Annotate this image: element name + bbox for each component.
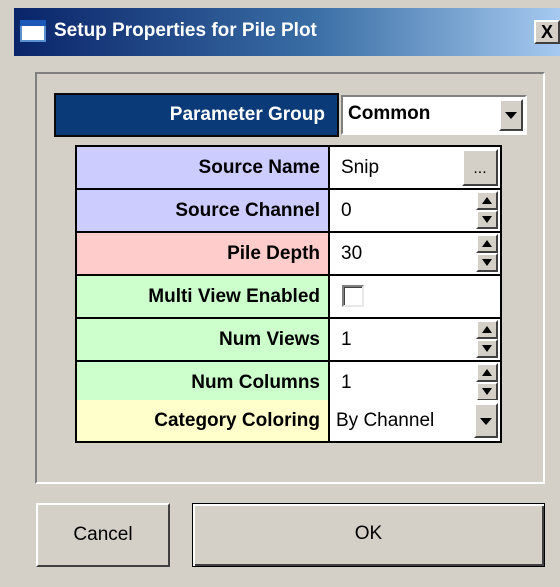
row-multi-view-enabled: Multi View Enabled: [77, 276, 500, 317]
pile-depth-field[interactable]: 30: [330, 233, 500, 274]
num-views-spinner[interactable]: [476, 320, 498, 358]
parameter-group-value: Common: [348, 103, 431, 124]
parameter-group-label: Parameter Group: [54, 93, 339, 137]
num-views-label: Num Views: [77, 319, 328, 360]
multi-view-enabled-checkbox[interactable]: [342, 285, 364, 307]
row-pile-depth: Pile Depth 30: [77, 233, 500, 274]
chevron-down-icon[interactable]: [474, 403, 498, 438]
spin-down-icon[interactable]: [476, 339, 498, 358]
close-button[interactable]: X: [534, 20, 560, 44]
num-views-field[interactable]: 1: [330, 319, 500, 360]
spin-up-icon[interactable]: [476, 363, 498, 382]
row-category-coloring: Category Coloring By Channel: [77, 400, 500, 441]
pile-depth-label: Pile Depth: [77, 233, 328, 274]
spin-up-icon[interactable]: [476, 320, 498, 339]
dialog-window: Setup Properties for Pile Plot X Paramet…: [0, 0, 560, 587]
spin-down-icon[interactable]: [476, 382, 498, 401]
source-channel-spinner[interactable]: [476, 191, 498, 229]
spin-up-icon[interactable]: [476, 234, 498, 253]
chevron-down-icon[interactable]: [499, 99, 523, 131]
num-columns-label: Num Columns: [77, 362, 328, 403]
row-num-views: Num Views 1: [77, 319, 500, 360]
row-source-name: Source Name Snip ...: [77, 147, 500, 188]
num-views-value: 1: [341, 329, 352, 350]
window-title: Setup Properties for Pile Plot: [54, 20, 317, 41]
ok-button[interactable]: OK: [192, 503, 545, 567]
window-icon: [20, 20, 46, 42]
spin-up-icon[interactable]: [476, 191, 498, 210]
pile-depth-spinner[interactable]: [476, 234, 498, 272]
source-channel-label: Source Channel: [77, 190, 328, 231]
source-name-value: Snip: [341, 157, 380, 178]
browse-button[interactable]: ...: [462, 149, 498, 186]
num-columns-field[interactable]: 1: [330, 362, 500, 403]
pile-depth-value: 30: [341, 243, 363, 264]
multi-view-enabled-label: Multi View Enabled: [77, 276, 328, 317]
num-columns-value: 1: [341, 372, 352, 393]
category-coloring-value: By Channel: [336, 410, 435, 431]
source-channel-field[interactable]: 0: [330, 190, 500, 231]
multi-view-enabled-field: [330, 276, 500, 317]
num-columns-spinner[interactable]: [476, 363, 498, 401]
parameter-group-select[interactable]: Common: [341, 95, 527, 135]
title-bar[interactable]: Setup Properties for Pile Plot X: [14, 8, 560, 56]
source-name-label: Source Name: [77, 147, 328, 188]
source-channel-value: 0: [341, 200, 352, 221]
spin-down-icon[interactable]: [476, 253, 498, 272]
category-coloring-label: Category Coloring: [77, 400, 328, 441]
row-source-channel: Source Channel 0: [77, 190, 500, 231]
row-num-columns: Num Columns 1: [77, 362, 500, 403]
source-name-field[interactable]: Snip ...: [330, 147, 500, 188]
category-coloring-select[interactable]: By Channel: [330, 400, 500, 441]
cancel-button[interactable]: Cancel: [36, 503, 170, 567]
spin-down-icon[interactable]: [476, 210, 498, 229]
